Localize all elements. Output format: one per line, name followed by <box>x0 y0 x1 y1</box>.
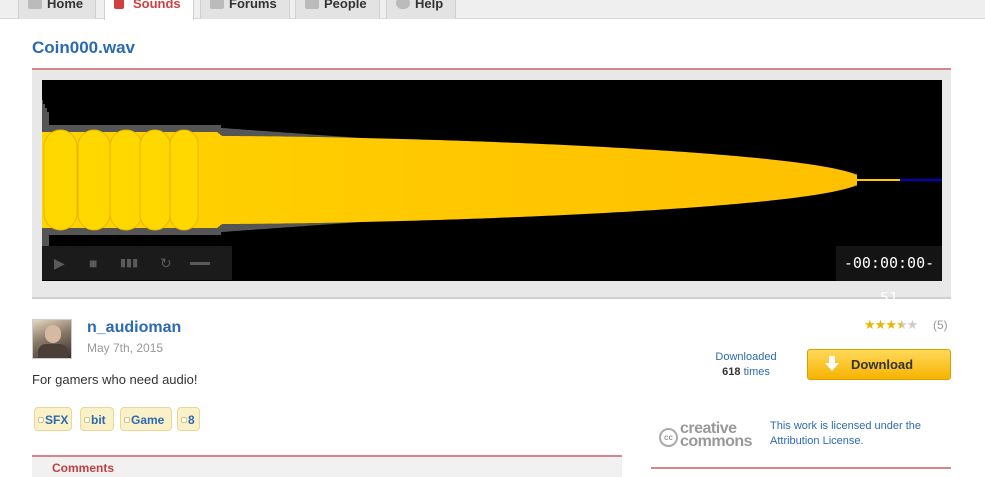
stop-icon[interactable]: ■ <box>89 255 97 271</box>
spectrogram-icon[interactable]: ▮▮▮ <box>120 255 138 271</box>
tab-label: Sounds <box>133 0 181 11</box>
star-icon[interactable]: ★ <box>864 317 876 332</box>
home-icon <box>28 0 42 9</box>
times-label: times <box>743 366 770 378</box>
sounds-icon <box>114 0 124 9</box>
download-button[interactable]: Download <box>807 349 951 380</box>
sound-title[interactable]: Coin000.wav <box>32 38 135 58</box>
star-half-icon[interactable]: ★ <box>896 317 908 332</box>
cc-logo-line2: commons <box>680 433 753 450</box>
download-arrow-icon <box>825 356 839 371</box>
tab-label: Home <box>47 0 84 11</box>
tag-sfx[interactable]: SFX <box>34 407 72 431</box>
play-icon[interactable]: ▶ <box>54 255 65 271</box>
avatar[interactable] <box>32 319 72 359</box>
loop-icon[interactable]: ↻ <box>160 255 172 271</box>
star-empty-icon[interactable]: ★ <box>907 317 919 332</box>
tag-game[interactable]: Game <box>120 407 172 431</box>
downloaded-label: Downloaded <box>715 351 777 363</box>
tab-people[interactable]: People <box>295 0 380 19</box>
time-display: -00:00:00-51 <box>836 246 942 307</box>
people-icon <box>305 0 319 9</box>
measure-icon[interactable]: ▬▬ <box>190 255 210 271</box>
tab-label: Forums <box>229 0 277 11</box>
tab-forums[interactable]: Forums <box>200 0 290 19</box>
player-controls: ▶ ■ ▮▮▮ ↻ ▬▬ <box>42 246 232 280</box>
rating-count: (5) <box>933 318 948 332</box>
sound-description: For gamers who need audio! <box>32 372 198 387</box>
download-number: 618 <box>722 366 741 378</box>
username-link[interactable]: n_audioman <box>87 319 181 337</box>
comments-header: Comments <box>32 457 622 477</box>
tab-label: Help <box>415 0 444 11</box>
rating-stars[interactable]: ★★★★★ <box>864 317 919 332</box>
tab-sounds[interactable]: Sounds <box>104 0 194 20</box>
tab-help[interactable]: Help <box>386 0 457 19</box>
tag-bit[interactable]: bit <box>80 407 114 431</box>
help-icon <box>396 0 410 9</box>
star-icon[interactable]: ★ <box>885 317 897 332</box>
forums-icon <box>210 0 224 9</box>
tab-label: People <box>324 0 367 11</box>
tab-home[interactable]: Home <box>18 0 97 19</box>
tag-8[interactable]: 8 <box>177 407 200 431</box>
upload-date: May 7th, 2015 <box>87 341 164 355</box>
download-button-label: Download <box>851 357 914 372</box>
star-icon[interactable]: ★ <box>875 317 887 332</box>
top-navigation: Home Sounds Forums People Help <box>0 0 985 20</box>
license-divider <box>651 467 951 469</box>
license-text[interactable]: This work is licensed under the Attribut… <box>770 419 950 449</box>
avatar-body <box>38 344 68 358</box>
download-count[interactable]: Downloaded 618 times <box>705 350 787 380</box>
cc-icon: cc <box>659 428 678 447</box>
avatar-head <box>45 325 61 343</box>
